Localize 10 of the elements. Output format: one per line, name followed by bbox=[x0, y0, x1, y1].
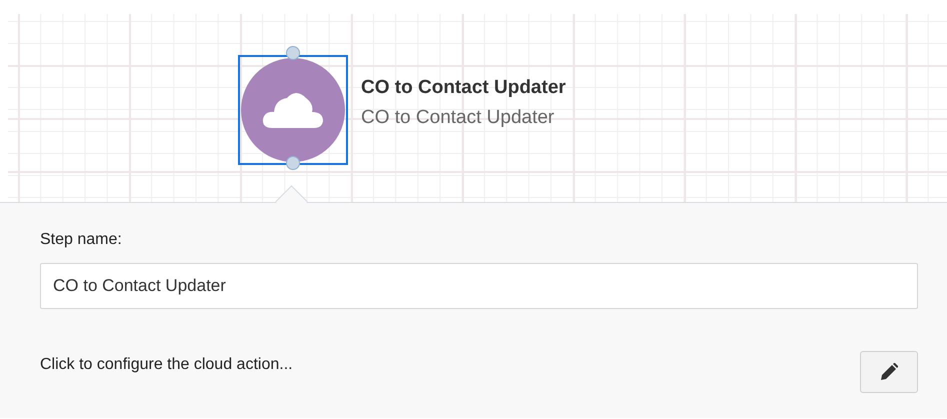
step-subtitle: CO to Contact Updater bbox=[361, 107, 556, 129]
connector-handle[interactable] bbox=[286, 156, 300, 170]
step-name-label: Step name: bbox=[40, 231, 122, 249]
connector-handle[interactable] bbox=[286, 46, 300, 60]
edit-button[interactable] bbox=[860, 351, 918, 393]
step-name-field[interactable]: CO to Contact Updater bbox=[40, 263, 918, 309]
step-title: CO to Contact Updater bbox=[361, 77, 566, 99]
pencil-icon bbox=[880, 363, 898, 381]
configure-hint: Click to configure the cloud action... bbox=[40, 356, 293, 374]
cloud-icon bbox=[262, 90, 324, 130]
